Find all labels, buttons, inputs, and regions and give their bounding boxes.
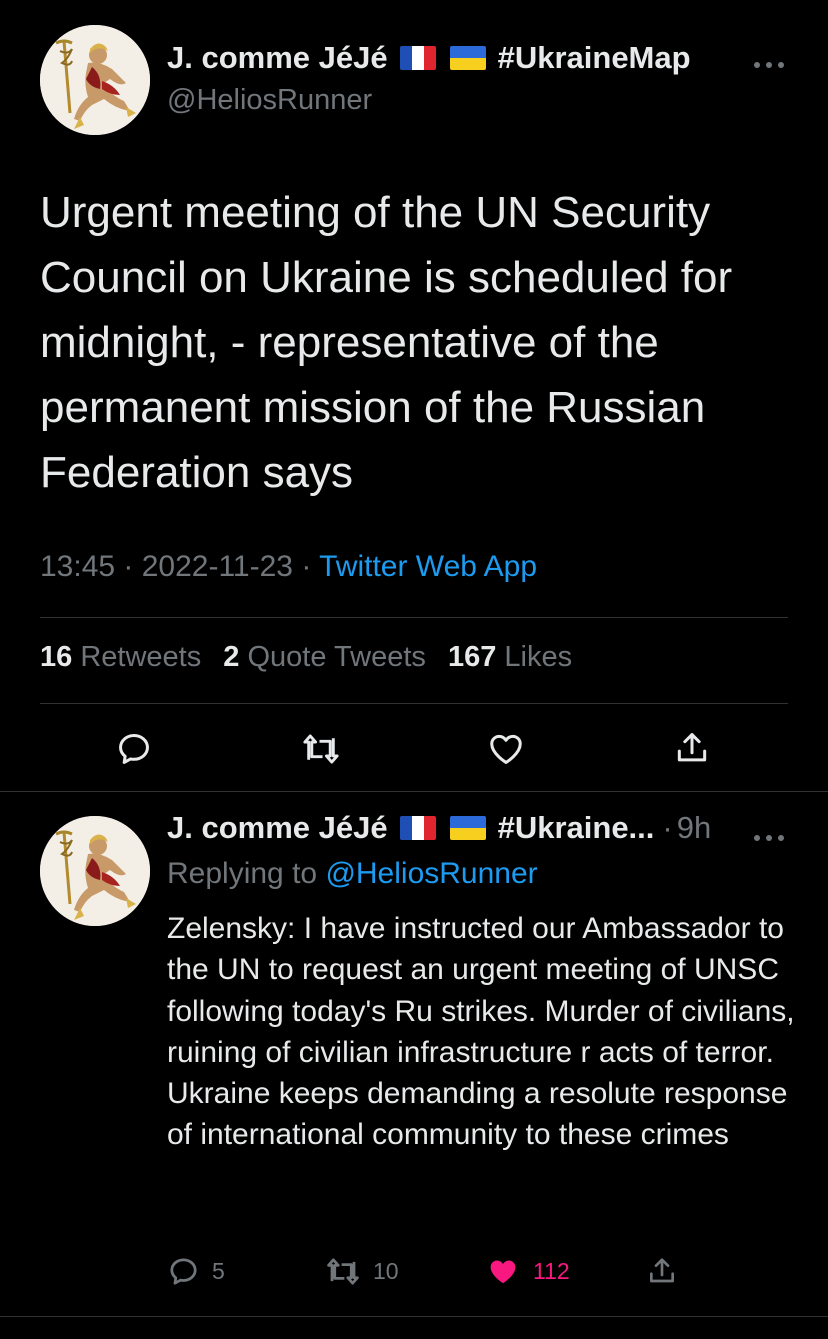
heart-icon <box>490 734 522 764</box>
ukraine-flag-icon <box>449 46 486 70</box>
replying-to: Replying to @HeliosRunner <box>167 857 538 891</box>
retweets-stat[interactable]: 16 Retweets <box>40 641 201 673</box>
tweet-date[interactable]: 2022-11-23 <box>142 550 293 583</box>
like-count: 112 <box>533 1258 570 1284</box>
author-hashtag: #UkraineMap <box>497 40 691 75</box>
hermes-avatar-image <box>40 816 150 926</box>
reply-icon <box>119 734 149 764</box>
divider <box>0 791 828 792</box>
quotes-count: 2 <box>223 641 240 673</box>
reply-share-button[interactable] <box>646 1253 678 1289</box>
hermes-avatar-image <box>40 25 150 135</box>
share-icon <box>677 733 707 762</box>
author-handle[interactable]: @HeliosRunner <box>167 84 372 117</box>
tweet-time[interactable]: 13:45 <box>40 550 115 583</box>
tweet-stats: 16 Retweets 2 Quote Tweets 167 Likes <box>40 641 572 674</box>
more-icon[interactable] <box>752 45 786 77</box>
reply-author-hashtag: #Ukraine... <box>497 810 655 845</box>
retweet-button[interactable] <box>301 730 341 768</box>
ukraine-flag-icon <box>449 816 486 840</box>
reply-time[interactable]: 9h <box>677 810 711 846</box>
author-name[interactable]: J. comme JéJé <box>167 40 388 76</box>
reply-author-avatar[interactable] <box>40 816 150 926</box>
france-flag-icon <box>399 46 436 70</box>
likes-stat[interactable]: 167 Likes <box>448 641 572 673</box>
quotes-label: Quote Tweets <box>247 641 426 673</box>
like-button[interactable] <box>486 730 526 768</box>
heart-icon <box>490 1260 516 1284</box>
reply-count: 5 <box>212 1258 225 1284</box>
reply-like-button[interactable]: 112 <box>485 1255 570 1288</box>
author-name-row[interactable]: J. comme JéJé #UkraineMap <box>167 40 691 76</box>
divider <box>40 617 788 618</box>
tweet-meta: 13:45 · 2022-11-23 · Twitter Web App <box>40 550 537 584</box>
replying-mention[interactable]: @HeliosRunner <box>325 857 537 890</box>
retweet-icon <box>327 1258 359 1285</box>
more-icon[interactable] <box>752 818 786 850</box>
tweet-source[interactable]: Twitter Web App <box>319 550 537 583</box>
share-button[interactable] <box>673 728 711 768</box>
share-icon <box>650 1258 674 1283</box>
divider <box>40 703 788 704</box>
tweet-text: Urgent meeting of the UN Security Counci… <box>40 188 733 497</box>
meta-separator: · <box>123 550 142 583</box>
retweet-icon <box>303 734 339 764</box>
meta-separator: · <box>301 550 320 583</box>
reply-button[interactable] <box>115 730 153 768</box>
retweet-count: 10 <box>373 1258 399 1284</box>
reply-reply-button[interactable]: 5 <box>167 1255 225 1288</box>
retweets-count: 16 <box>40 641 73 673</box>
reply-author-row[interactable]: J. comme JéJé #Ukraine... · 9h <box>167 810 711 846</box>
france-flag-icon <box>399 816 436 840</box>
quotes-stat[interactable]: 2 Quote Tweets <box>223 641 426 673</box>
reply-author-name[interactable]: J. comme JéJé <box>167 810 388 846</box>
reply-retweet-button[interactable]: 10 <box>325 1255 399 1288</box>
likes-label: Likes <box>504 641 573 673</box>
reply-icon <box>170 1258 197 1285</box>
divider <box>0 1316 828 1317</box>
reply-text: Zelensky: I have instructed our Ambassad… <box>167 912 795 1152</box>
retweets-label: Retweets <box>80 641 202 673</box>
replying-prefix: Replying to <box>167 857 318 890</box>
reply-time-separator: · <box>662 810 673 845</box>
author-avatar[interactable] <box>40 25 150 135</box>
likes-count: 167 <box>447 641 497 673</box>
